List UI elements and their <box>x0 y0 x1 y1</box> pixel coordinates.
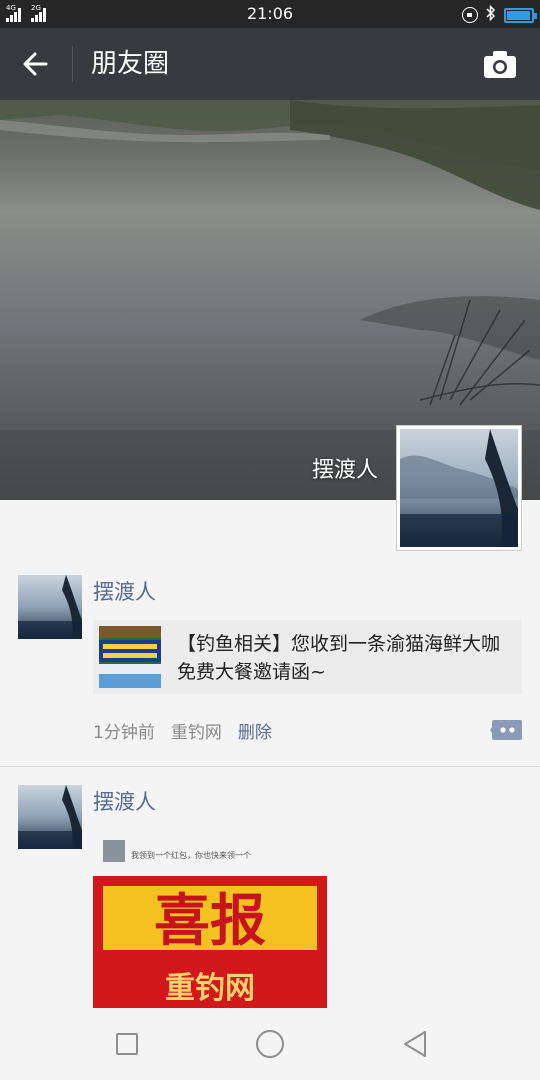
arrow-left-icon[interactable] <box>18 46 54 82</box>
post-meta: 1分钟前 重钓网 删除 <box>93 718 272 743</box>
post-avatar[interactable] <box>18 785 82 849</box>
title-divider <box>72 46 73 82</box>
post-image-headline: 喜报 <box>154 888 266 954</box>
avatar-image <box>400 429 518 547</box>
shared-link-thumbnail <box>99 626 161 688</box>
post-image-subline: 重钓网 <box>165 971 255 1006</box>
page-title: 朋友圈 <box>91 49 170 79</box>
post-avatar[interactable] <box>18 575 82 639</box>
clock: 21:06 <box>246 4 294 23</box>
rotation-lock-icon <box>462 7 478 23</box>
post-divider <box>0 766 540 767</box>
post-user-name[interactable]: 摆渡人 <box>93 786 156 816</box>
post-image[interactable]: 我领到一个红包，你也快来领一个 喜报 重钓网 <box>93 836 327 1008</box>
system-nav-bar <box>0 1008 540 1080</box>
shared-link-card[interactable]: 【钓鱼相关】您收到一条渝猫海鲜大咖免费大餐邀请函~ <box>93 620 522 694</box>
post-image-caption: 我领到一个红包，你也快来领一个 <box>131 850 251 860</box>
title-bar: 朋友圈 <box>0 28 540 100</box>
post-time: 1分钟前 <box>93 723 155 743</box>
shared-link-title: 【钓鱼相关】您收到一条渝猫海鲜大咖免费大餐邀请函~ <box>177 633 501 683</box>
delete-button[interactable]: 删除 <box>238 718 272 743</box>
back-triangle-icon[interactable] <box>402 1030 428 1058</box>
cover-avatar[interactable] <box>396 425 522 551</box>
battery-fill <box>507 10 530 20</box>
post-user-name[interactable]: 摆渡人 <box>93 576 156 606</box>
cover-user-name: 摆渡人 <box>311 458 378 483</box>
status-bar: 4G 2G 21:06 <box>0 0 540 28</box>
battery-icon <box>504 7 537 23</box>
bluetooth-icon <box>486 4 496 25</box>
comment-more-icon[interactable] <box>490 718 522 742</box>
recent-apps-button[interactable] <box>116 1033 138 1055</box>
post-source[interactable]: 重钓网 <box>171 718 222 743</box>
camera-icon[interactable] <box>482 48 518 80</box>
home-button[interactable] <box>256 1030 284 1058</box>
